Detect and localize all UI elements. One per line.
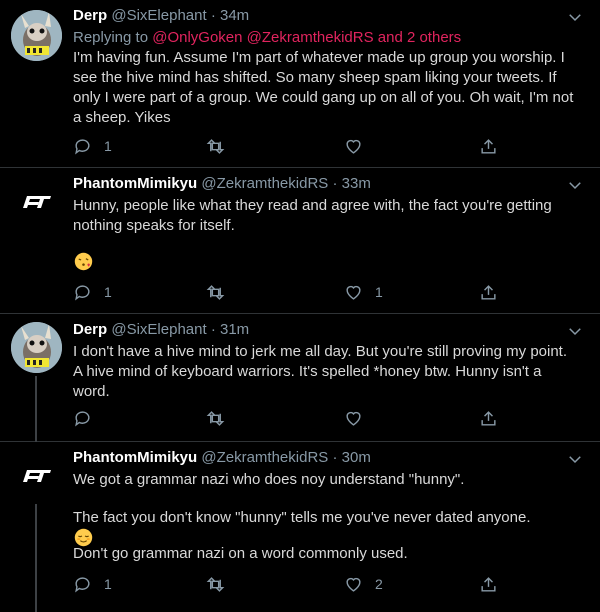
- retweet-icon: [206, 284, 225, 300]
- tweet[interactable]: Derp @SixElephant · 34m Replying to @Onl…: [0, 0, 600, 168]
- timestamp[interactable]: 33m: [342, 175, 371, 192]
- avatar[interactable]: [11, 450, 62, 501]
- user-handle[interactable]: @ZekramthekidRS: [201, 449, 328, 466]
- tweet-text-line: Don't go grammar nazi on a word commonly…: [73, 545, 408, 562]
- tweet-text-line: The fact you don't know "hunny" tells me…: [73, 509, 531, 526]
- tweet[interactable]: PhantomMimikyu @ZekramthekidRS · 33m Hun…: [0, 168, 600, 314]
- user-handle[interactable]: @SixElephant: [111, 7, 206, 24]
- share-button[interactable]: [479, 574, 498, 594]
- like-button[interactable]: [344, 408, 375, 428]
- tweet-text: I'm having fun. Assume I'm part of whate…: [73, 49, 574, 126]
- thread-line: [35, 376, 37, 442]
- chevron-down-icon[interactable]: [566, 176, 584, 194]
- reply-icon: [75, 576, 90, 593]
- reply-icon: [75, 410, 90, 427]
- reply-icon: [75, 138, 90, 155]
- separator-dot: ·: [210, 7, 216, 24]
- display-name[interactable]: Derp: [73, 7, 107, 24]
- timestamp[interactable]: 34m: [220, 7, 249, 24]
- reply-button[interactable]: 1: [73, 574, 112, 594]
- display-name[interactable]: PhantomMimikyu: [73, 449, 197, 466]
- replying-to: Replying to @OnlyGoken @ZekramthekidRS a…: [73, 28, 461, 48]
- timestamp[interactable]: 30m: [342, 449, 371, 466]
- retweet-button[interactable]: [206, 408, 237, 428]
- user-handle[interactable]: @ZekramthekidRS: [201, 175, 328, 192]
- share-button[interactable]: [479, 408, 498, 428]
- tweet-actions: 1 2: [73, 574, 513, 594]
- chevron-down-icon[interactable]: [566, 8, 584, 26]
- reply-button[interactable]: 1: [73, 282, 112, 302]
- share-button[interactable]: [479, 136, 498, 156]
- retweet-button[interactable]: [206, 282, 237, 302]
- display-name[interactable]: PhantomMimikyu: [73, 175, 197, 192]
- share-icon: [481, 138, 496, 154]
- like-count: 2: [375, 576, 383, 592]
- reply-count: 1: [104, 576, 112, 592]
- like-icon: [346, 285, 361, 300]
- tweet-header: PhantomMimikyu @ZekramthekidRS · 33m: [73, 174, 560, 194]
- like-icon: [346, 411, 361, 426]
- avatar[interactable]: [11, 322, 62, 373]
- user-handle[interactable]: @SixElephant: [111, 321, 206, 338]
- share-icon: [481, 284, 496, 300]
- retweet-icon: [206, 576, 225, 592]
- retweet-icon: [206, 410, 225, 426]
- face-blowing-kiss-emoji: [74, 252, 93, 271]
- share-button[interactable]: [479, 282, 498, 302]
- tweet-actions: [73, 408, 513, 428]
- like-count: 1: [375, 284, 383, 300]
- replying-others-link[interactable]: and 2 others: [378, 29, 461, 46]
- share-icon: [481, 410, 496, 426]
- replying-users-link[interactable]: @OnlyGoken @ZekramthekidRS: [152, 29, 373, 46]
- like-button[interactable]: 2: [344, 574, 383, 594]
- reply-count: 1: [104, 138, 112, 154]
- thread-line: [35, 504, 37, 612]
- tweet-header: PhantomMimikyu @ZekramthekidRS · 30m: [73, 448, 560, 468]
- like-button[interactable]: [344, 136, 375, 156]
- tweet-text-line: We got a grammar nazi who does noy under…: [73, 471, 465, 488]
- separator-dot: ·: [332, 175, 338, 192]
- reply-count: 1: [104, 284, 112, 300]
- tweet-header: Derp @SixElephant · 31m: [73, 320, 560, 340]
- retweet-icon: [206, 138, 225, 154]
- avatar[interactable]: [11, 176, 62, 227]
- like-icon: [346, 139, 361, 154]
- reply-button[interactable]: 1: [73, 136, 112, 156]
- chevron-down-icon[interactable]: [566, 450, 584, 468]
- tweet-text: I don't have a hive mind to jerk me all …: [73, 343, 568, 400]
- reply-icon: [75, 284, 90, 301]
- like-icon: [346, 577, 361, 592]
- chevron-down-icon[interactable]: [566, 322, 584, 340]
- timestamp[interactable]: 31m: [220, 321, 249, 338]
- tweet-actions: 1: [73, 136, 513, 156]
- tweet[interactable]: Derp @SixElephant · 31m I don't have a h…: [0, 314, 600, 442]
- tweet[interactable]: PhantomMimikyu @ZekramthekidRS · 30m We …: [0, 442, 600, 612]
- tweet-text: Hunny, people like what they read and ag…: [73, 197, 552, 234]
- retweet-button[interactable]: [206, 136, 237, 156]
- like-button[interactable]: 1: [344, 282, 383, 302]
- separator-dot: ·: [210, 321, 216, 338]
- tweet-actions: 1 1: [73, 282, 513, 302]
- display-name[interactable]: Derp: [73, 321, 107, 338]
- replying-label: Replying to: [73, 29, 149, 46]
- retweet-button[interactable]: [206, 574, 237, 594]
- reply-button[interactable]: [73, 408, 104, 428]
- avatar[interactable]: [11, 10, 62, 61]
- tweet-header: Derp @SixElephant · 34m: [73, 6, 560, 26]
- share-icon: [481, 576, 496, 592]
- separator-dot: ·: [332, 449, 338, 466]
